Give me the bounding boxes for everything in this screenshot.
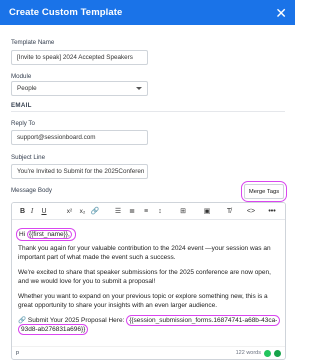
paragraph-3: Whether you want to expand on your previ… [18,293,268,309]
subscript-button[interactable]: x₂ [76,204,89,218]
submission-link-paragraph: 🔗 Submit Your 2025 Proposal Here: {{sess… [18,315,281,335]
modal-title: Create Custom Template [9,7,123,18]
close-icon[interactable]: ✕ [275,6,287,20]
module-select-value: People [17,85,37,92]
code-icon[interactable]: <> [240,204,262,218]
module-label: Module [11,73,32,80]
email-section-title: EMAIL [11,102,32,109]
merge-tags-button[interactable]: Merge Tags [244,184,284,199]
section-divider [11,111,285,112]
chain-link-icon: 🔗 [18,317,27,324]
clear-format-icon[interactable]: T̸ [218,204,240,218]
element-path: p [16,350,20,356]
table-icon[interactable]: ⊞ [173,204,193,218]
module-select[interactable]: People [11,81,148,96]
paragraph-2: We're excited to share that speaker subm… [18,269,271,285]
reply-to-input[interactable]: support@sessionboard.com [11,130,148,145]
grammar-check-icon[interactable] [264,349,271,357]
first-name-merge-tag: {{first_name}}, [26,230,72,239]
line-height-icon[interactable]: ↕ [153,204,167,218]
subject-label: Subject Line [11,154,46,161]
message-body-label: Message Body [11,187,52,194]
editor-content[interactable]: Hi {{first_name}}, Thank you again for y… [12,220,285,335]
superscript-button[interactable]: x² [63,204,76,218]
bold-button[interactable]: B [18,204,27,218]
chevron-down-icon [136,87,142,90]
link-icon[interactable]: 🔗 [89,204,101,218]
subject-input[interactable]: You're Invited to Submit for the 2025Con… [11,164,148,179]
greeting-highlight: Hi {{first_name}}, [16,228,76,241]
image-icon[interactable]: ▣ [196,204,218,218]
bullet-list-icon[interactable]: ☰ [111,204,125,218]
template-name-input[interactable]: [Invite to speak] 2024 Accepted Speakers [11,50,148,65]
template-name-label: Template Name [11,39,55,46]
message-editor[interactable]: B I U x² x₂ 🔗 ☰ ≣ ≡ ↕ ⊞ ▣ T̸ <> ••• Hi {… [11,202,286,360]
italic-button[interactable]: I [27,204,37,218]
more-icon[interactable]: ••• [262,204,282,218]
greeting-text: Hi [19,231,27,238]
underline-button[interactable]: U [37,204,51,218]
modal-header: Create Custom Template ✕ [0,0,295,25]
status-icon[interactable] [274,349,281,357]
statusbar-right: 122 words [235,349,281,357]
reply-to-label: Reply To [11,120,35,127]
ordered-list-icon[interactable]: ≣ [125,204,139,218]
paragraph-1: Thank you again for your valuable contri… [18,245,271,261]
word-count: 122 words [235,350,261,356]
submission-link-prefix: Submit Your 2025 Proposal Here: [27,317,127,324]
align-icon[interactable]: ≡ [139,204,153,218]
editor-statusbar: p 122 words [12,346,285,359]
editor-toolbar: B I U x² x₂ 🔗 ☰ ≣ ≡ ↕ ⊞ ▣ T̸ <> ••• [12,203,285,220]
